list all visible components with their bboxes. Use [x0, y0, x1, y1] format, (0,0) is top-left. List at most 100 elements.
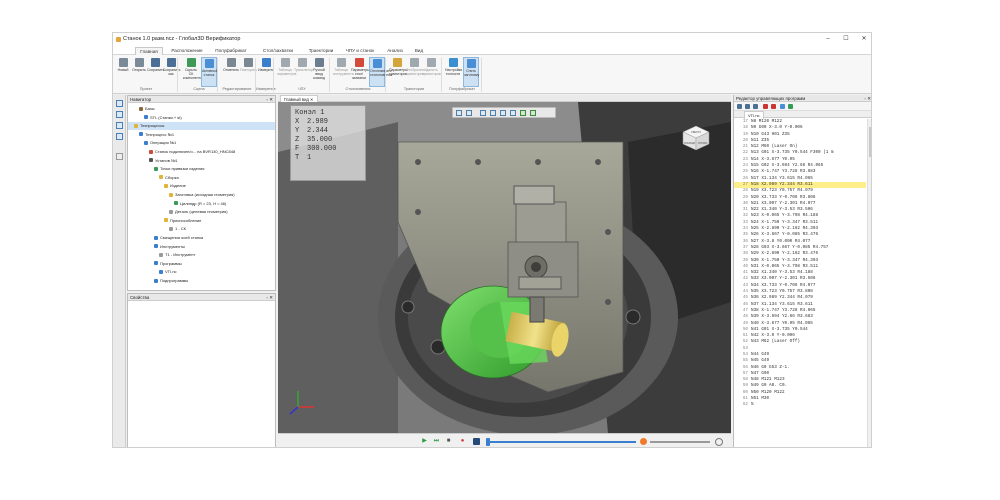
editor-close-icon[interactable]: ▫ ✕: [865, 95, 871, 102]
breakpoint-icon[interactable]: [763, 104, 768, 109]
axes-icon[interactable]: [510, 110, 516, 116]
layers-panel-icon[interactable]: [116, 111, 123, 118]
ribbon-group-cnc: ЧПУ: [298, 87, 306, 91]
tree-item[interactable]: STL (Станки.+ st): [128, 114, 275, 122]
3d-viewport[interactable]: Главный вид ✕ Конэл 1 X 2.989 Y 2.344 Z …: [278, 95, 731, 433]
zoom-fit-icon[interactable]: [480, 110, 486, 116]
show-toolpath-button[interactable]: Отобразить траекторию: [406, 57, 425, 87]
hide-cs-button[interactable]: Скрыть СК компонентов: [183, 57, 204, 87]
tree-item[interactable]: Техпроцессы: [128, 122, 275, 131]
tree-item[interactable]: Сборка: [128, 174, 275, 182]
pan-view-icon[interactable]: [466, 110, 472, 116]
manual-input-button[interactable]: Ручной ввод команд: [311, 57, 327, 87]
save-program-icon[interactable]: [737, 104, 742, 109]
maximize-button[interactable]: ☐: [837, 33, 855, 46]
tab-stock[interactable]: Полуфабрикат: [211, 47, 251, 55]
record-button[interactable]: ●: [459, 438, 466, 445]
reset-icon[interactable]: [715, 438, 723, 446]
navigator-close-icon[interactable]: ▫ ✕: [267, 96, 273, 103]
toolpath-params-button[interactable]: Параметры траектории: [389, 57, 408, 87]
active-machine-button[interactable]: Активный станок: [201, 57, 218, 87]
tree-item[interactable]: Подпрограммы: [128, 277, 275, 285]
tree-item[interactable]: Цилиндр (R = 23, H = 46): [128, 200, 275, 208]
zoom-slider-icon[interactable]: [640, 438, 647, 445]
tree-item-label: Техпроцессы: [140, 123, 165, 129]
ribbon: Новый Открыть Сохранить Сохранить как Скрыть…: [113, 55, 871, 94]
step-button[interactable]: ⏭: [433, 438, 440, 445]
tree-item[interactable]: Изделие: [128, 182, 275, 190]
progress-track[interactable]: [486, 441, 636, 443]
tree-item-icon: [154, 261, 158, 266]
tab-home[interactable]: Главная: [135, 47, 163, 55]
tree-item[interactable]: Заготовка (исходная геометрия): [128, 191, 275, 199]
zoom-track[interactable]: [650, 441, 710, 443]
redo-button[interactable]: Повторить: [240, 57, 257, 87]
zoom-window-icon[interactable]: [490, 110, 496, 116]
tree-item[interactable]: T1 - Инструмент: [128, 251, 275, 259]
rotate-view-icon[interactable]: [456, 110, 462, 116]
editor-scrollbar[interactable]: [867, 119, 871, 447]
remove-stock-button[interactable]: Снять заготовку: [463, 57, 479, 87]
line-text: N30 X-1.750 Y-3.347 R4.303: [751, 257, 819, 263]
tab-fixtures[interactable]: Стол/захватки: [255, 47, 301, 55]
tools-panel-icon[interactable]: [116, 133, 123, 140]
tree-item[interactable]: Программы: [128, 260, 275, 268]
tree-item[interactable]: Инструменты: [128, 243, 275, 251]
section-view-icon[interactable]: [500, 110, 506, 116]
scrollbar-thumb[interactable]: [869, 127, 871, 157]
undo-button[interactable]: Отменить: [223, 57, 239, 87]
tree-item[interactable]: Станок подключен/о... на BVR130_HNC848: [128, 148, 275, 156]
tool-table-button[interactable]: Таблица инструмента: [333, 57, 354, 87]
translator-button[interactable]: Транслятор: [294, 57, 313, 87]
code-line[interactable]: 62%: [734, 402, 866, 408]
tree-item[interactable]: VTI.nc: [128, 268, 275, 276]
tree-item[interactable]: Операция №1: [128, 139, 275, 147]
progress-handle[interactable]: [486, 438, 490, 446]
tree-item[interactable]: Точки привязки изделия: [128, 165, 275, 173]
tab-layout[interactable]: Расположение: [167, 47, 207, 55]
toolpath-params-icon: [392, 58, 402, 67]
tab-view[interactable]: Вид: [411, 47, 427, 55]
delete-toolpath-button[interactable]: Удалить траекторию: [423, 57, 442, 87]
tree-item[interactable]: Базы: [128, 105, 275, 113]
accuracy-settings-button[interactable]: Настройки точности: [445, 57, 462, 87]
tree-item[interactable]: Смещения осей станка: [128, 234, 275, 242]
tab-toolpaths[interactable]: Траектории: [305, 47, 337, 55]
view-cube[interactable]: СВЕРХУ СПЕРЕДИ СПРАВА: [682, 125, 710, 151]
clear-breakpoints-icon[interactable]: [771, 104, 776, 109]
minimize-button[interactable]: –: [819, 33, 837, 46]
search-icon[interactable]: [780, 104, 785, 109]
hide-cs-label: Скрыть СК компонентов: [183, 68, 204, 80]
visibility-icon[interactable]: [520, 110, 526, 116]
param-table-button[interactable]: Таблица параметров: [277, 57, 297, 87]
stop-button[interactable]: ■: [445, 438, 452, 445]
navigator-panel-icon[interactable]: [116, 100, 123, 107]
tree-item-icon: [159, 175, 163, 180]
render-mode-icon[interactable]: [530, 110, 536, 116]
save-as-program-icon[interactable]: [753, 104, 758, 109]
tree-item[interactable]: 1 - СК: [128, 225, 275, 233]
measure-button[interactable]: Измерить: [258, 57, 274, 87]
properties-close-icon[interactable]: ▫ ✕: [267, 294, 273, 301]
tab-analysis[interactable]: Анализ: [383, 47, 407, 55]
refresh-icon[interactable]: [788, 104, 793, 109]
play-button[interactable]: ▶: [421, 438, 428, 445]
param-table-label: Таблица параметров: [277, 68, 297, 76]
tab-cnc[interactable]: ЧПУ и станок: [341, 47, 379, 55]
open-program-icon[interactable]: [745, 104, 750, 109]
fixture-params-button[interactable]: Параметры стол/захватки: [351, 57, 370, 87]
new-button[interactable]: Новый: [115, 57, 131, 87]
tab-program-file[interactable]: VTI.nc: [744, 111, 764, 119]
list-panel-icon[interactable]: [116, 122, 123, 129]
tree-item[interactable]: Установ №1: [128, 157, 275, 165]
tree-item[interactable]: Приспособление: [128, 217, 275, 225]
open-button[interactable]: Открыть: [131, 57, 147, 87]
speed-icon[interactable]: [473, 438, 480, 445]
code-area[interactable]: 17 N8 M120 M122 18 N9 G00 X-3.0 Y-0.006 19 N1…: [734, 119, 866, 447]
tree-item[interactable]: Деталь (целевая геометрия): [128, 208, 275, 216]
close-button[interactable]: ✕: [855, 33, 871, 46]
tree-item[interactable]: Техпроцесс №1: [128, 131, 275, 139]
settings-gear-icon[interactable]: [116, 153, 123, 160]
save-button[interactable]: Сохранить: [147, 57, 164, 87]
track-collisions-button[interactable]: Отслеживать столкновения: [369, 57, 392, 87]
